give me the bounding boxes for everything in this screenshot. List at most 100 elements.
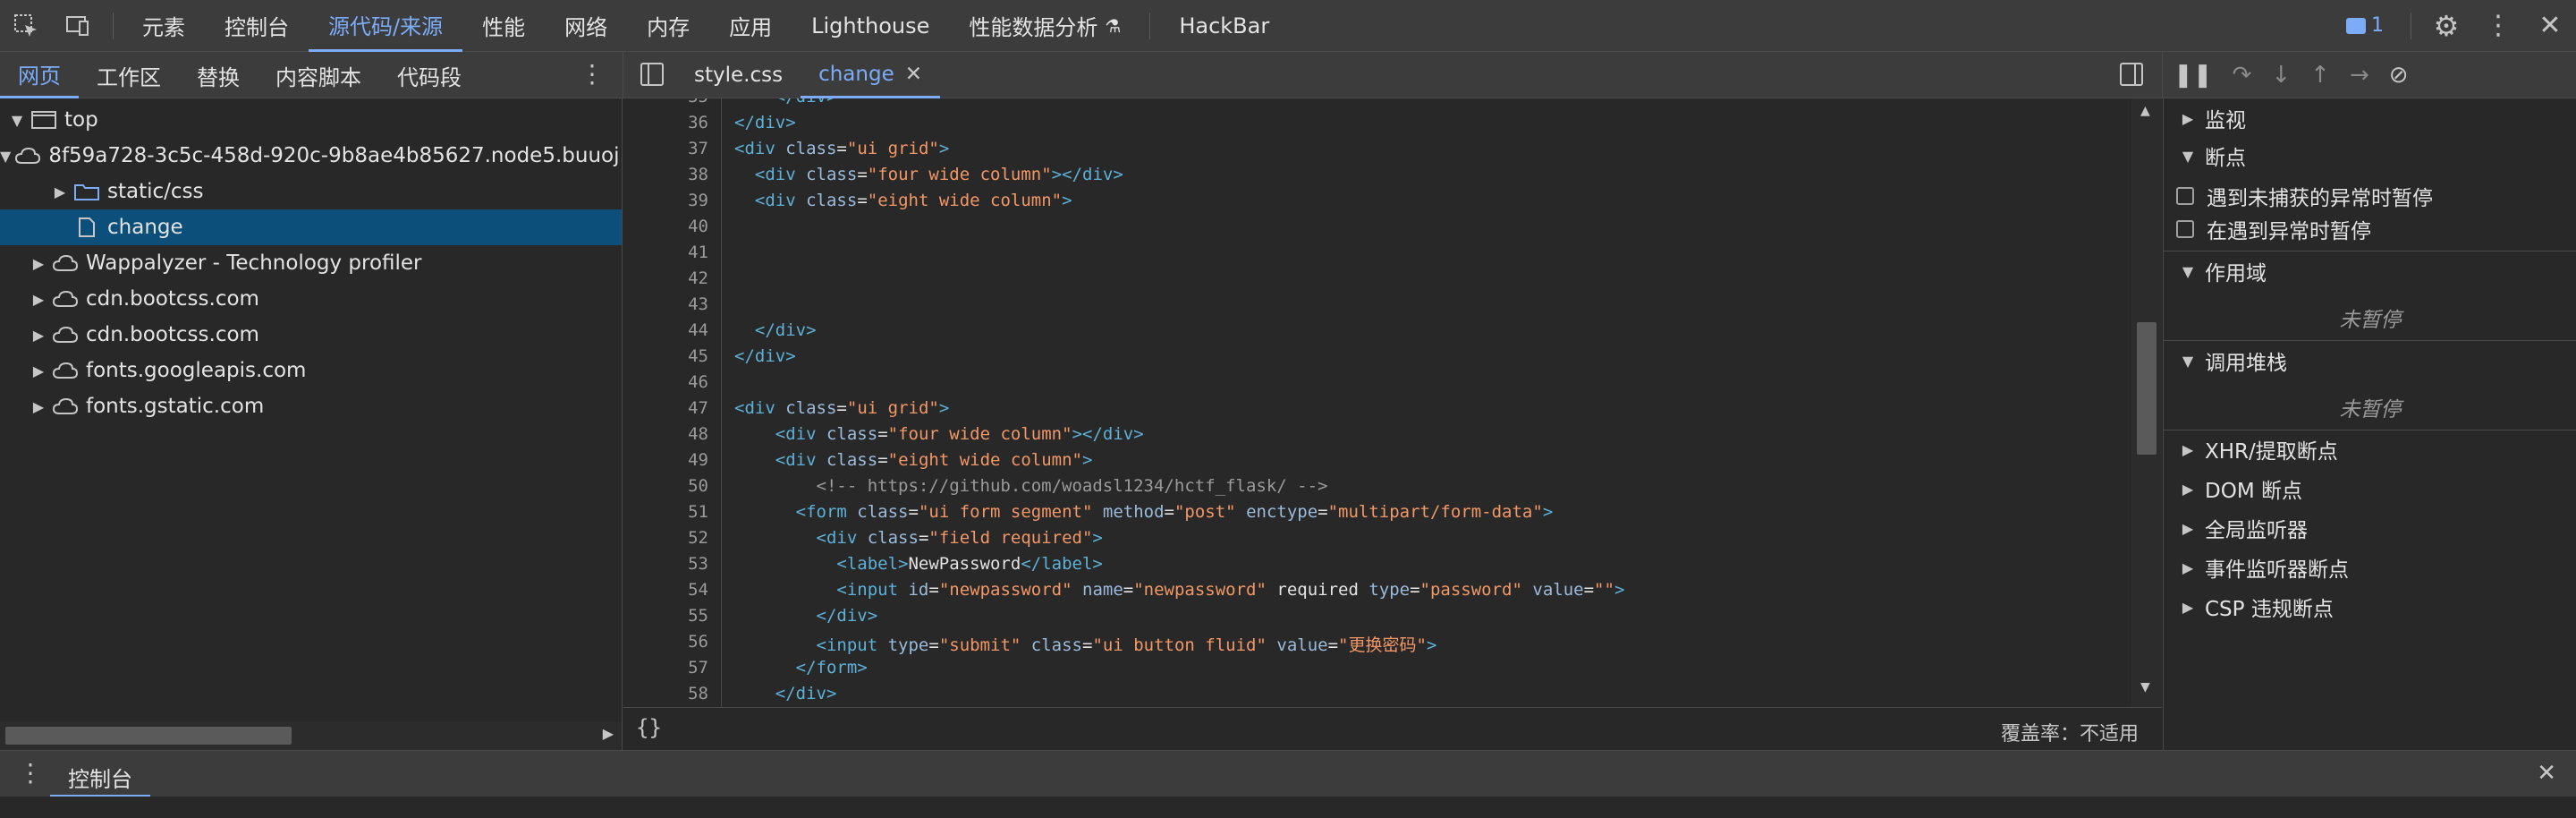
code-line[interactable]: </div> <box>734 98 837 107</box>
tree-item[interactable]: ▶ fonts.googleapis.com <box>0 353 622 388</box>
code-line[interactable]: </form> <box>734 658 868 677</box>
panel-tab[interactable]: 源代码/来源 <box>309 0 463 52</box>
issues-counter[interactable]: 1 <box>2346 14 2384 37</box>
line-number[interactable]: 51 <box>688 502 708 522</box>
panel-tab[interactable]: 元素 <box>123 0 205 52</box>
line-number[interactable]: 50 <box>688 476 708 496</box>
toggle-debugger-icon[interactable] <box>2120 63 2143 86</box>
tree-item[interactable]: ▶ Wappalyzer - Technology profiler <box>0 245 622 281</box>
code-line[interactable]: <div class="four wide column"></div> <box>734 165 1123 184</box>
chevron-right-icon[interactable]: ▶ <box>29 327 48 344</box>
line-number[interactable]: 47 <box>688 398 708 418</box>
section-call-stack[interactable]: ▼ 调用堆栈 <box>2164 341 2576 380</box>
code-line[interactable]: <form class="ui form segment" method="po… <box>734 502 1554 522</box>
close-tab-icon[interactable]: ✕ <box>905 63 922 86</box>
drawer-tab-console[interactable]: 控制台 <box>50 751 150 797</box>
navigator-more-icon[interactable]: ⋮ <box>580 59 605 89</box>
pause-icon[interactable]: ❚❚ <box>2174 62 2213 89</box>
navigator-horizontal-scrollbar[interactable]: ▶ <box>0 721 622 750</box>
line-number[interactable]: 53 <box>688 554 708 574</box>
line-number[interactable]: 52 <box>688 528 708 548</box>
editor-file-tab[interactable]: change ✕ <box>801 52 941 98</box>
device-toolbar-icon[interactable] <box>52 0 104 52</box>
line-number[interactable]: 56 <box>688 632 708 652</box>
line-number[interactable]: 54 <box>688 580 708 600</box>
close-drawer-icon[interactable]: ✕ <box>2537 760 2556 787</box>
line-number[interactable]: 41 <box>688 243 708 262</box>
code-line[interactable]: </div> <box>734 684 837 703</box>
tree-item[interactable]: change <box>0 209 622 245</box>
code-line[interactable]: <label>NewPassword</label> <box>734 554 1102 574</box>
section-global-listeners[interactable]: ▶ 全局监听器 <box>2164 508 2576 548</box>
navigator-tab[interactable]: 替换 <box>179 52 258 98</box>
panel-tab[interactable]: 内存 <box>627 0 709 52</box>
step-into-icon[interactable]: ↓ <box>2271 62 2291 89</box>
chevron-right-icon[interactable]: ▶ <box>29 255 48 272</box>
line-number[interactable]: 35 <box>688 98 708 107</box>
line-number[interactable]: 48 <box>688 424 708 444</box>
panel-tab[interactable]: 控制台 <box>205 0 309 52</box>
section-xhr-breakpoints[interactable]: ▶ XHR/提取断点 <box>2164 430 2576 469</box>
tree-item[interactable]: ▶ cdn.bootcss.com <box>0 281 622 317</box>
line-number[interactable]: 49 <box>688 450 708 470</box>
code-line[interactable]: </div> <box>734 113 796 132</box>
pretty-print-icon[interactable]: {} <box>636 715 662 740</box>
deactivate-breakpoints-icon[interactable]: ⊘ <box>2389 62 2409 89</box>
line-number[interactable]: 38 <box>688 165 708 184</box>
section-csp-breakpoints[interactable]: ▶ CSP 违规断点 <box>2164 587 2576 626</box>
editor-file-tab[interactable]: style.css <box>676 52 801 98</box>
navigator-tab[interactable]: 网页 <box>0 52 79 98</box>
line-number[interactable]: 44 <box>688 320 708 340</box>
panel-tab[interactable]: 性能 <box>462 0 545 52</box>
line-number[interactable]: 55 <box>688 606 708 626</box>
more-options-icon[interactable]: ⋮ <box>2472 0 2524 52</box>
drawer-menu-icon[interactable]: ⋮ <box>18 758 43 788</box>
code-line[interactable]: <div class="eight wide column"> <box>734 191 1072 210</box>
chevron-right-icon[interactable]: ▶ <box>29 291 48 308</box>
tree-item[interactable]: ▼ 8f59a728-3c5c-458d-920c-9b8ae4b85627.no… <box>0 138 622 174</box>
chevron-down-icon[interactable]: ▼ <box>7 112 27 129</box>
toggle-navigator-icon[interactable] <box>640 63 664 86</box>
code-line[interactable]: <!-- https://github.com/woadsl1234/hctf_… <box>734 476 1328 496</box>
code-line[interactable]: <div class="ui grid"> <box>734 139 949 158</box>
section-watch[interactable]: ▶ 监视 <box>2164 98 2576 138</box>
line-number[interactable]: 40 <box>688 217 708 236</box>
line-number[interactable]: 42 <box>688 268 708 288</box>
step-out-icon[interactable]: ↑ <box>2310 62 2330 89</box>
line-number[interactable]: 57 <box>688 658 708 677</box>
tree-item[interactable]: ▶ static/css <box>0 174 622 209</box>
code-line[interactable]: <div class="ui grid"> <box>734 398 949 418</box>
line-number[interactable]: 39 <box>688 191 708 210</box>
section-event-listener-breakpoints[interactable]: ▶ 事件监听器断点 <box>2164 548 2576 587</box>
line-number[interactable]: 58 <box>688 684 708 703</box>
code-line[interactable]: </div> <box>734 320 817 340</box>
tree-item[interactable]: ▶ fonts.gstatic.com <box>0 388 622 424</box>
chevron-right-icon[interactable]: ▶ <box>29 362 48 379</box>
line-number[interactable]: 43 <box>688 294 708 314</box>
navigator-tab[interactable]: 工作区 <box>79 52 179 98</box>
close-devtools-icon[interactable]: ✕ <box>2524 0 2576 52</box>
line-number[interactable]: 36 <box>688 113 708 132</box>
settings-gear-icon[interactable]: ⚙ <box>2420 0 2472 52</box>
pause-caught-checkbox[interactable]: 在遇到异常时暂停 <box>2176 213 2570 245</box>
step-icon[interactable]: → <box>2350 62 2369 89</box>
tree-item[interactable]: ▼ top <box>0 102 622 138</box>
code-line[interactable]: <div class="field required"> <box>734 528 1103 548</box>
chevron-right-icon[interactable]: ▶ <box>29 398 48 415</box>
chevron-down-icon[interactable]: ▼ <box>0 148 11 165</box>
line-number[interactable]: 46 <box>688 372 708 392</box>
panel-tab[interactable]: 应用 <box>709 0 792 52</box>
code-line[interactable]: <div class="eight wide column"> <box>734 450 1093 470</box>
line-number[interactable]: 37 <box>688 139 708 158</box>
code-line[interactable]: <input type="submit" class="ui button fl… <box>734 632 1437 656</box>
code-content[interactable]: </div> </div> <div class="ui grid"> <div c… <box>734 98 2130 707</box>
navigator-tab[interactable]: 内容脚本 <box>258 52 379 98</box>
editor-vertical-scrollbar[interactable]: ▲ ▼ <box>2131 98 2162 707</box>
inspect-element-icon[interactable] <box>0 0 52 52</box>
panel-tab[interactable]: Lighthouse <box>792 0 949 52</box>
code-line[interactable]: <div class="four wide column"></div> <box>734 424 1144 444</box>
panel-tab[interactable]: 性能数据分析 ⚗ <box>949 0 1140 52</box>
code-line[interactable]: <input id="newpassword" name="newpasswor… <box>734 580 1624 600</box>
code-line[interactable]: </div> <box>734 346 796 366</box>
section-dom-breakpoints[interactable]: ▶ DOM 断点 <box>2164 469 2576 508</box>
